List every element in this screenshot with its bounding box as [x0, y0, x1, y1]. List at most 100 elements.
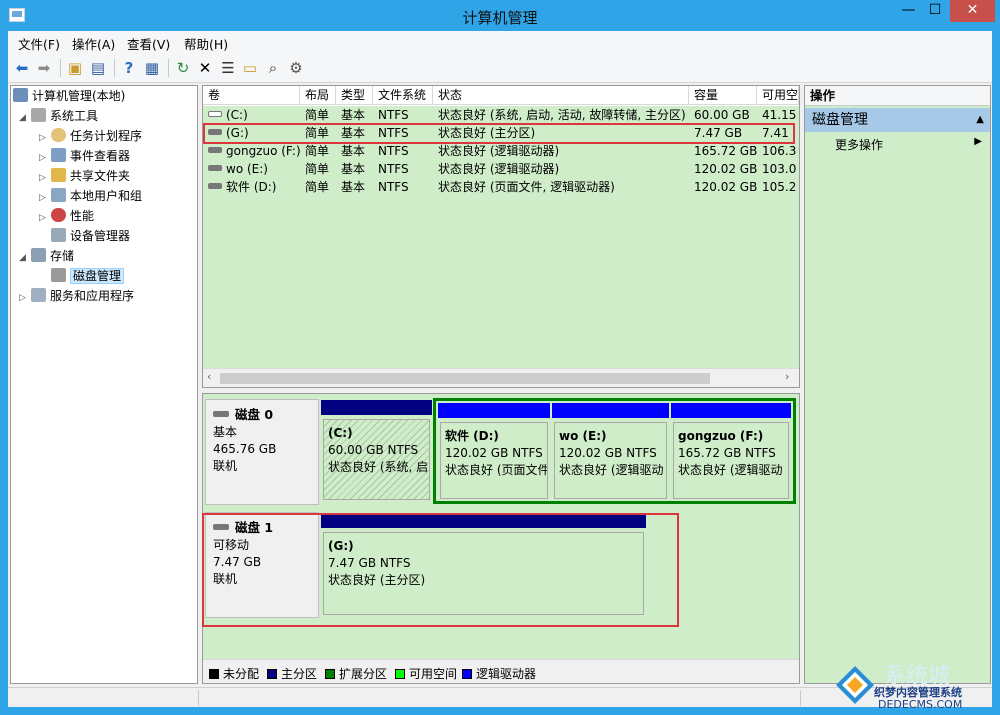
drive-icon	[208, 183, 222, 189]
properties-icon[interactable]: ☰	[218, 58, 238, 78]
clock-icon	[51, 128, 66, 142]
expand-arrow-icon[interactable]: ▷	[39, 149, 51, 167]
disk-map: 磁盘 0 基本 465.76 GB 联机 (C:) 60.00 GB NTFS …	[202, 393, 800, 684]
tree-item-performance[interactable]: ▷ 性能	[39, 207, 94, 225]
tree-item-computer-management[interactable]: 计算机管理(本地)	[13, 87, 125, 105]
expand-arrow-icon[interactable]: ▷	[39, 209, 51, 227]
column-header-layout[interactable]: 布局	[300, 86, 336, 105]
legend-free-space: 可用空间	[395, 665, 457, 682]
volume-list: 卷 布局 类型 文件系统 状态 容量 可用空 (C:) 简单 基本 NTFS 状…	[202, 85, 800, 388]
tree-item-device-manager[interactable]: 设备管理器	[51, 227, 130, 245]
navigation-tree: 计算机管理(本地) ◢ 系统工具 ▷ 任务计划程序 ▷ 事件查看器 ▷ 共享文件夹 ▷ 本…	[10, 85, 198, 684]
tree-item-services-apps[interactable]: ▷ 服务和应用程序	[19, 287, 134, 305]
table-row[interactable]: 软件 (D:) 简单 基本 NTFS 状态良好 (页面文件, 逻辑驱动器) 12…	[203, 178, 799, 196]
legend: 未分配 主分区 扩展分区 可用空间 逻辑驱动器	[203, 659, 799, 683]
collapse-arrow-icon[interactable]: ◢	[19, 109, 31, 127]
menu-help[interactable]: 帮助(H)	[184, 34, 228, 53]
column-header-volume[interactable]: 卷	[203, 86, 300, 105]
actions-section-disk-management[interactable]: 磁盘管理 ▲	[805, 108, 990, 132]
logical-drive-bar	[552, 403, 669, 418]
removable-drive-icon	[208, 129, 222, 135]
tree-item-local-users[interactable]: ▷ 本地用户和组	[39, 187, 142, 205]
watermark-text-3: DEDECMS.COM	[878, 698, 963, 711]
computer-icon	[13, 88, 28, 102]
tree-item-system-tools[interactable]: ◢ 系统工具	[19, 107, 98, 125]
table-row[interactable]: (G:) 简单 基本 NTFS 状态良好 (主分区) 7.47 GB 7.41	[203, 124, 799, 142]
table-row[interactable]: gongzuo (F:) 简单 基本 NTFS 状态良好 (逻辑驱动器) 165…	[203, 142, 799, 160]
show-hide-tree-icon[interactable]: ▤	[88, 58, 108, 78]
logical-drive-bar	[438, 403, 550, 418]
tree-item-storage[interactable]: ◢ 存储	[19, 247, 74, 265]
submenu-arrow-icon: ▶	[974, 136, 982, 147]
users-icon	[51, 188, 66, 202]
column-header-status[interactable]: 状态	[433, 86, 689, 105]
menu-action[interactable]: 操作(A)	[72, 34, 115, 53]
legend-logical-drive: 逻辑驱动器	[462, 665, 536, 682]
scrollbar-thumb[interactable]	[220, 373, 710, 384]
storage-icon	[31, 248, 46, 262]
partition-e[interactable]: wo (E:) 120.02 GB NTFS 状态良好 (逻辑驱动	[552, 403, 669, 501]
column-header-capacity[interactable]: 容量	[689, 86, 757, 105]
refresh-icon[interactable]: ↻	[173, 58, 193, 78]
partition-c[interactable]: (C:) 60.00 GB NTFS 状态良好 (系统, 启	[321, 400, 432, 502]
maximize-button[interactable]: ☐	[922, 0, 948, 22]
partition-f[interactable]: gongzuo (F:) 165.72 GB NTFS 状态良好 (逻辑驱动	[671, 403, 791, 501]
column-header-type[interactable]: 类型	[336, 86, 373, 105]
shared-folder-icon	[51, 168, 66, 182]
drive-icon	[208, 147, 222, 153]
scroll-right-icon[interactable]: ›	[785, 370, 789, 383]
expand-arrow-icon[interactable]: ▷	[19, 289, 31, 307]
legend-extended-partition: 扩展分区	[325, 665, 387, 682]
more-actions-item[interactable]: 更多操作	[835, 136, 883, 153]
legend-primary-partition: 主分区	[267, 665, 317, 682]
partition-g[interactable]: (G:) 7.47 GB NTFS 状态良好 (主分区)	[321, 513, 646, 617]
horizontal-scrollbar[interactable]: ‹ ›	[203, 368, 799, 387]
disk-0-label[interactable]: 磁盘 0 基本 465.76 GB 联机	[205, 399, 319, 505]
close-button[interactable]: ✕	[950, 0, 995, 22]
delete-icon[interactable]: ✕	[195, 58, 215, 78]
volume-list-body: (C:) 简单 基本 NTFS 状态良好 (系统, 启动, 活动, 故障转储, …	[203, 106, 799, 368]
volume-list-header: 卷 布局 类型 文件系统 状态 容量 可用空	[203, 86, 799, 105]
tree-item-event-viewer[interactable]: ▷ 事件查看器	[39, 147, 130, 165]
table-row[interactable]: (C:) 简单 基本 NTFS 状态良好 (系统, 启动, 活动, 故障转储, …	[203, 106, 799, 124]
collapse-arrow-icon[interactable]: ◢	[19, 249, 31, 267]
primary-partition-bar	[321, 400, 432, 415]
menu-view[interactable]: 查看(V)	[127, 34, 170, 53]
up-folder-icon[interactable]: ▣	[65, 58, 85, 78]
expand-arrow-icon[interactable]: ▷	[39, 189, 51, 207]
tree-item-shared-folders[interactable]: ▷ 共享文件夹	[39, 167, 130, 185]
expand-arrow-icon[interactable]: ▷	[39, 129, 51, 147]
help-icon[interactable]: ?	[119, 58, 139, 78]
toolbar: ⬅ ➡ ▣ ▤ ? ▦ ↻ ✕ ☰ ▭ ⌕ ⚙	[8, 53, 992, 83]
expand-arrow-icon[interactable]: ▷	[39, 169, 51, 187]
minimize-button[interactable]: —	[895, 0, 922, 22]
table-row[interactable]: wo (E:) 简单 基本 NTFS 状态良好 (逻辑驱动器) 120.02 G…	[203, 160, 799, 178]
forward-icon[interactable]: ➡	[34, 58, 54, 78]
menu-file[interactable]: 文件(F)	[18, 34, 60, 53]
legend-unallocated: 未分配	[209, 665, 259, 682]
watermark-logo	[836, 666, 874, 704]
menu-bar: 文件(F) 操作(A) 查看(V) 帮助(H)	[8, 31, 992, 53]
console-icon[interactable]: ▦	[142, 58, 162, 78]
client-area: 文件(F) 操作(A) 查看(V) 帮助(H) ⬅ ➡ ▣ ▤ ? ▦ ↻ ✕ …	[8, 31, 992, 707]
disk-management-icon	[51, 268, 66, 282]
settings-icon[interactable]: ⚙	[286, 58, 306, 78]
computer-management-window: 计算机管理 — ☐ ✕ 文件(F) 操作(A) 查看(V) 帮助(H) ⬅ ➡ …	[0, 0, 1000, 715]
back-icon[interactable]: ⬅	[12, 58, 32, 78]
disk-1-label[interactable]: 磁盘 1 可移动 7.47 GB 联机	[205, 512, 319, 618]
logical-drive-bar	[671, 403, 791, 418]
scroll-left-icon[interactable]: ‹	[207, 370, 211, 383]
column-header-free-space[interactable]: 可用空	[757, 86, 799, 105]
actions-pane: 操作 磁盘管理 ▲ 更多操作 ▶	[804, 85, 991, 684]
tree-item-disk-management[interactable]: 磁盘管理	[51, 267, 125, 285]
event-viewer-icon	[51, 148, 66, 162]
partition-d[interactable]: 软件 (D:) 120.02 GB NTFS 状态良好 (页面文件	[438, 403, 550, 501]
tools-icon	[31, 108, 46, 122]
open-folder-icon[interactable]: ▭	[240, 58, 260, 78]
title-bar[interactable]: 计算机管理 — ☐ ✕	[0, 0, 1000, 31]
collapse-up-icon[interactable]: ▲	[976, 108, 984, 132]
tree-item-task-scheduler[interactable]: ▷ 任务计划程序	[39, 127, 142, 145]
performance-icon	[51, 208, 66, 222]
search-icon[interactable]: ⌕	[263, 58, 283, 78]
column-header-filesystem[interactable]: 文件系统	[373, 86, 433, 105]
